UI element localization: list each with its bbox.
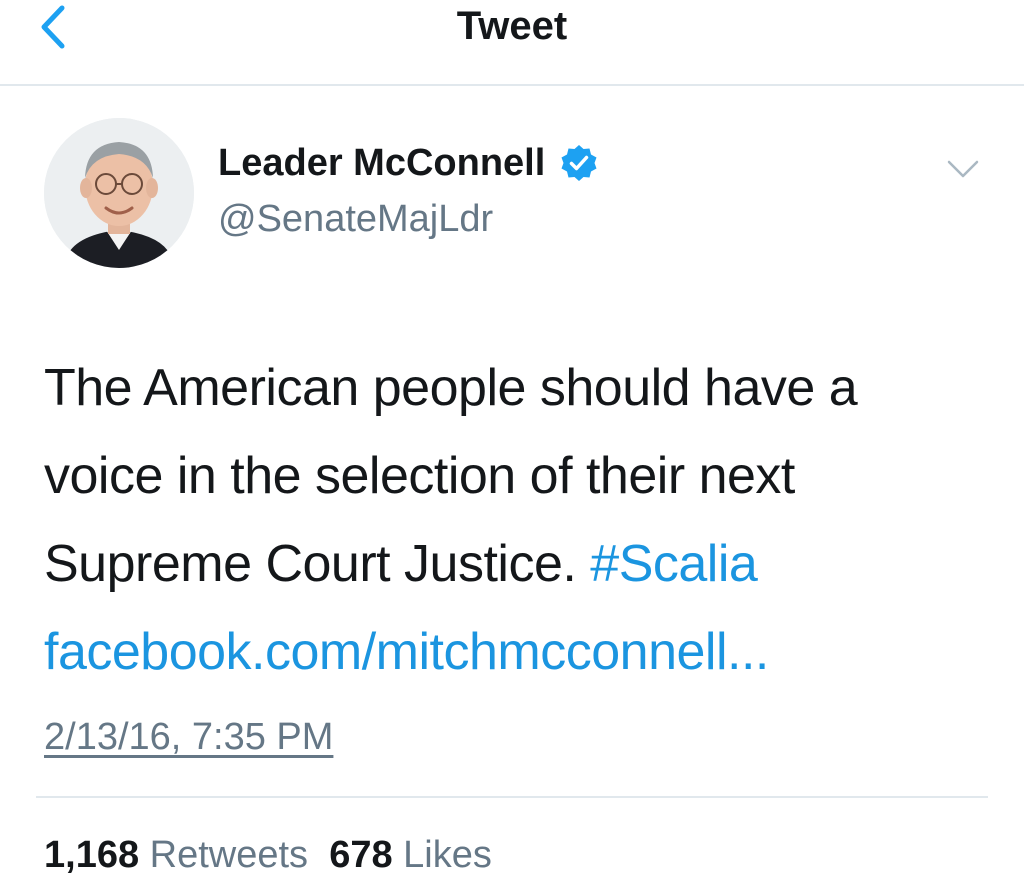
likes-count: 678 (329, 834, 393, 876)
author-name[interactable]: Leader McConnell (218, 140, 599, 186)
navigation-bar: Tweet (0, 0, 1024, 86)
author-handle[interactable]: @SenateMajLdr (218, 196, 493, 242)
likes-stat[interactable]: 678 Likes (329, 834, 492, 876)
retweets-count: 1,168 (44, 834, 140, 876)
avatar[interactable] (44, 118, 194, 268)
tweet-timestamp[interactable]: 2/13/16, 7:35 PM (44, 712, 333, 762)
tweet-text-line: Supreme Court Justice. #Scalia (44, 520, 1004, 608)
tweet-detail-screen: Tweet Leader McConnell @SenateMajLdr The… (0, 0, 1024, 876)
retweets-label: Retweets (149, 834, 309, 876)
retweets-stat[interactable]: 1,168 Retweets (44, 834, 308, 876)
hashtag-link[interactable]: #Scalia (590, 535, 758, 593)
tweet-stats: 1,168 Retweets 678 Likes (44, 830, 492, 876)
tweet-text-segment: Supreme Court Justice. (44, 535, 591, 593)
likes-label: Likes (403, 834, 492, 876)
divider (36, 796, 988, 798)
page-title: Tweet (456, 4, 568, 48)
tweet-text-line: The American people should have a (44, 359, 858, 417)
external-link[interactable]: facebook.com/mitchmcconnell... (44, 623, 769, 681)
chevron-down-icon (947, 160, 979, 178)
more-options-button[interactable] (945, 156, 981, 184)
tweet-text-line: facebook.com/mitchmcconnell... (44, 608, 1004, 696)
tweet-text-line: voice in the selection of their next (44, 447, 795, 505)
verified-badge-icon (561, 145, 597, 181)
tweet-text: The American people should have a voice … (44, 344, 1004, 696)
author-name-label: Leader McConnell (218, 142, 546, 184)
avatar-image (44, 118, 194, 268)
